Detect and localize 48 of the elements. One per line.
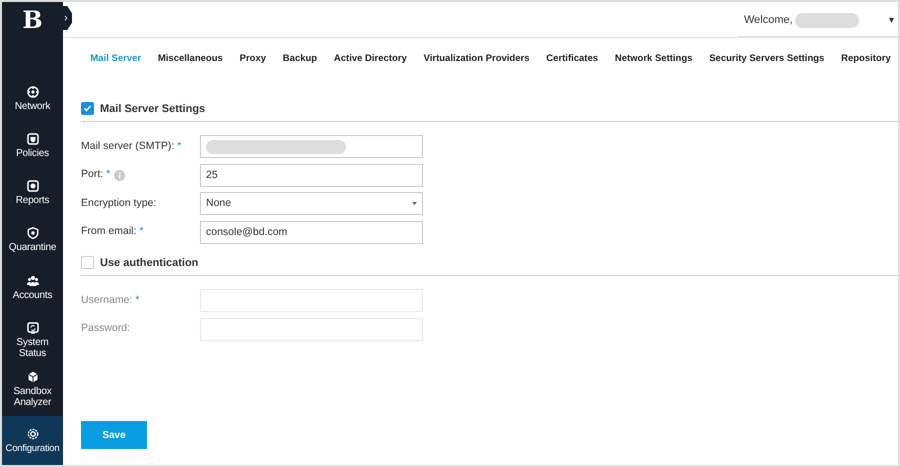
caret-icon: ▾ — [889, 13, 894, 28]
monitor-icon — [26, 322, 38, 334]
info-icon[interactable] — [114, 170, 126, 180]
shield-icon — [26, 227, 38, 240]
section-title: Use authentication — [100, 256, 198, 270]
field-label: Mail server (SMTP): * — [81, 138, 182, 154]
sidebar-item[interactable]: Configuration — [2, 416, 63, 466]
field-label: Password: — [81, 321, 130, 336]
expand-button[interactable]: › — [60, 6, 72, 30]
section-title: Mail Server Settings — [100, 102, 206, 116]
sidebar-item[interactable]: System Status — [2, 318, 63, 367]
user-menu[interactable]: Welcome, ▾ — [738, 5, 898, 37]
check-icon — [83, 104, 92, 114]
report-icon — [26, 180, 38, 192]
checkbox[interactable] — [81, 256, 94, 270]
gear-icon — [26, 428, 38, 440]
input-field[interactable]: console@bd.com — [200, 220, 423, 244]
sidebar-item[interactable]: Policies — [2, 129, 63, 176]
field-label: Username: * — [81, 292, 140, 308]
tab[interactable]: Miscellaneous — [149, 50, 232, 68]
sidebar-item[interactable]: Sandbox Analyzer — [2, 366, 63, 416]
tab[interactable]: Certificates — [538, 50, 606, 68]
tab[interactable]: Security Servers Settings — [700, 50, 833, 68]
tab[interactable]: Backup — [274, 50, 326, 68]
field-label: Port: * — [81, 167, 110, 182]
dropdown-field[interactable]: None — [200, 192, 423, 215]
cube-icon — [26, 370, 38, 383]
tab[interactable]: Repository — [832, 50, 900, 68]
checkbox[interactable] — [81, 102, 94, 116]
field-label: Encryption type: — [81, 196, 156, 211]
welcome-text: Welcome, — [744, 13, 793, 28]
sidebar-item[interactable]: Quarantine — [2, 223, 63, 270]
tab[interactable]: Active Directory — [326, 50, 416, 68]
tab[interactable]: Proxy — [231, 50, 274, 68]
sidebar-item[interactable]: Network — [2, 82, 63, 130]
network-icon — [26, 86, 38, 98]
redaction-mark — [794, 13, 859, 28]
tab[interactable]: Virtualization Providers — [415, 50, 538, 68]
tab[interactable]: Network Settings — [606, 50, 701, 68]
caret-icon — [412, 202, 417, 205]
field-label: From email: * — [81, 224, 144, 240]
sidebar-item[interactable]: Accounts — [2, 270, 63, 318]
shield-check-icon — [26, 133, 38, 146]
input-field[interactable]: 25 — [200, 164, 423, 186]
input-field[interactable] — [200, 135, 423, 158]
sidebar-item[interactable]: Reports — [2, 176, 63, 224]
logo: B — [22, 8, 43, 32]
users-icon — [26, 274, 38, 286]
